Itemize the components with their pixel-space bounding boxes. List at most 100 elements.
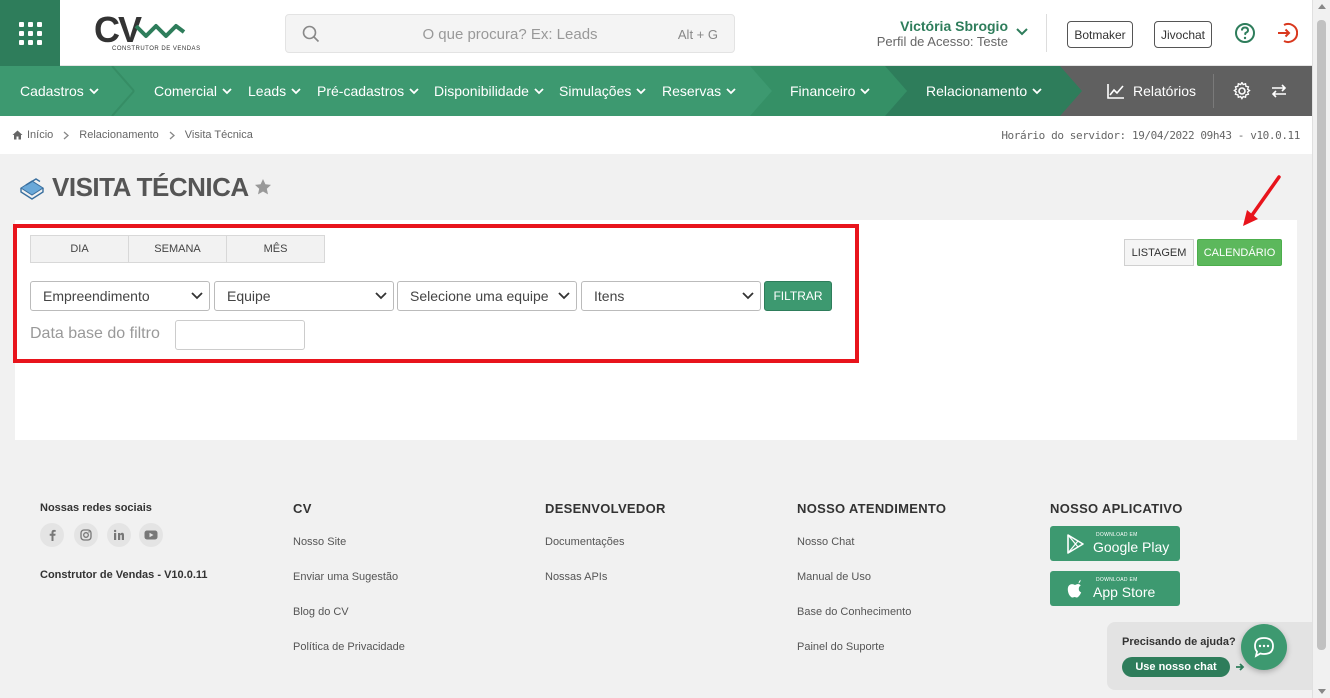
arrow-right-icon [1236, 663, 1245, 671]
google-play-icon [1067, 534, 1084, 554]
highlight-box [13, 224, 859, 363]
instagram-icon[interactable] [74, 523, 98, 547]
chevron-down-icon [291, 87, 301, 94]
google-play-small: DOWNLOAD EM [1096, 532, 1138, 538]
home-icon [12, 130, 23, 140]
chat-bubble-icon [1254, 637, 1274, 658]
top-header: CV CONSTRUTOR DE VENDAS O que procura? E… [0, 0, 1330, 66]
user-role: Perfil de Acesso: Teste [876, 34, 1008, 49]
facebook-icon[interactable] [40, 523, 64, 547]
footer-link-manual[interactable]: Manual de Uso [797, 571, 871, 583]
chat-launcher-button[interactable] [1241, 624, 1287, 670]
footer-link-chat[interactable]: Nosso Chat [797, 536, 854, 548]
chevron-down-icon [409, 87, 419, 94]
gear-icon[interactable] [1233, 82, 1251, 100]
nav-label: Leads [248, 83, 287, 99]
nav-disponibilidade[interactable]: Disponibilidade [434, 66, 544, 116]
chevron-down-icon [222, 87, 232, 94]
header-divider [1046, 14, 1047, 52]
chevron-right-icon [169, 131, 175, 139]
chevron-down-icon [1032, 87, 1042, 94]
favorite-star-icon[interactable] [254, 178, 272, 196]
youtube-icon[interactable] [139, 523, 163, 547]
grid-icon [18, 21, 42, 45]
vertical-scrollbar[interactable] [1312, 0, 1330, 698]
chevron-down-icon [860, 87, 871, 94]
nav-financeiro[interactable]: Financeiro [790, 66, 871, 116]
main-nav: Cadastros Comercial Leads Pré-cadastros … [0, 66, 1312, 116]
chevron-down-icon [726, 87, 736, 94]
nav-cadastros[interactable]: Cadastros [20, 66, 99, 116]
nav-comercial[interactable]: Comercial [154, 66, 232, 116]
nav-label: Comercial [154, 83, 218, 99]
use-chat-button[interactable]: Use nosso chat [1122, 657, 1230, 677]
nav-relacionamento[interactable]: Relacionamento [926, 66, 1042, 116]
scroll-up-icon[interactable] [1318, 4, 1326, 9]
scroll-thumb[interactable] [1317, 20, 1326, 650]
footer-version: Construtor de Vendas - V10.0.11 [40, 569, 208, 581]
footer-link-sugestao[interactable]: Enviar uma Sugestão [293, 571, 398, 583]
linkedin-icon[interactable] [107, 523, 131, 547]
chart-line-icon [1107, 84, 1124, 99]
botmaker-button[interactable]: Botmaker [1067, 21, 1133, 48]
nav-label: Relacionamento [926, 83, 1028, 99]
page-title: VISITA TÉCNICA [52, 172, 249, 202]
chevron-down-icon [89, 87, 99, 94]
nav-divider [1213, 74, 1214, 108]
jivochat-button[interactable]: Jivochat [1154, 21, 1212, 48]
search-box[interactable]: O que procura? Ex: Leads Alt + G [285, 14, 735, 53]
app-store-label: App Store [1093, 584, 1156, 600]
nav-label: Cadastros [20, 83, 84, 99]
user-menu[interactable]: Victória Sbrogio Perfil de Acesso: Teste [860, 18, 1030, 50]
help-icon[interactable] [1234, 22, 1256, 44]
breadcrumb: Início Relacionamento Visita Técnica [12, 129, 253, 141]
chevron-down-icon [636, 87, 647, 94]
chevron-down-icon [1016, 28, 1028, 36]
footer-app-title: NOSSO APLICATIVO [1050, 501, 1183, 516]
footer-link-suporte[interactable]: Painel do Suporte [797, 641, 884, 653]
scroll-down-icon[interactable] [1318, 689, 1326, 694]
nav-label: Pré-cadastros [317, 83, 405, 99]
nav-leads[interactable]: Leads [248, 66, 301, 116]
server-time: Horário do servidor: 19/04/2022 09h43 - … [1001, 129, 1300, 142]
nav-label: Simulações [559, 83, 632, 99]
social-title: Nossas redes sociais [40, 502, 152, 514]
logo-wave-icon [134, 24, 186, 38]
logo-tagline: CONSTRUTOR DE VENDAS [112, 46, 201, 52]
breadcrumb-relacionamento[interactable]: Relacionamento [79, 129, 159, 141]
app-store-button[interactable]: DOWNLOAD EM App Store [1050, 571, 1180, 606]
breadcrumb-bar: Início Relacionamento Visita Técnica Hor… [0, 116, 1312, 154]
nav-simulacoes[interactable]: Simulações [559, 66, 647, 116]
logout-icon[interactable] [1276, 22, 1298, 44]
nav-arrow-divider [1060, 66, 1082, 116]
cv-logo[interactable]: CV CONSTRUTOR DE VENDAS [92, 12, 200, 54]
google-play-button[interactable]: DOWNLOAD EM Google Play [1050, 526, 1180, 561]
footer-link-nosso-site[interactable]: Nosso Site [293, 536, 346, 548]
nav-reservas[interactable]: Reservas [662, 66, 736, 116]
visit-document-icon [20, 178, 44, 200]
nav-pre-cadastros[interactable]: Pré-cadastros [317, 66, 419, 116]
breadcrumb-current: Visita Técnica [184, 129, 253, 141]
breadcrumb-home[interactable]: Início [27, 129, 53, 141]
footer-link-blog[interactable]: Blog do CV [293, 606, 349, 618]
footer-link-apis[interactable]: Nossas APIs [545, 571, 607, 583]
footer-dev-title: DESENVOLVEDOR [545, 501, 666, 516]
nav-label: Financeiro [790, 83, 856, 99]
footer-link-base-conhecimento[interactable]: Base do Conhecimento [797, 606, 911, 618]
chevron-right-icon [63, 131, 70, 139]
calendario-button[interactable]: CALENDÁRIO [1197, 239, 1282, 266]
chevron-down-icon [534, 87, 544, 94]
apple-icon [1067, 579, 1082, 598]
search-shortcut: Alt + G [677, 27, 718, 42]
google-play-label: Google Play [1093, 539, 1170, 555]
help-question: Precisando de ajuda? [1122, 636, 1236, 648]
footer-link-documentacoes[interactable]: Documentações [545, 536, 625, 548]
footer-link-privacidade[interactable]: Política de Privacidade [293, 641, 405, 653]
switch-arrows-icon[interactable] [1270, 83, 1288, 99]
nav-label: Disponibilidade [434, 83, 529, 99]
nav-label: Reservas [662, 83, 722, 99]
footer-cv-title: CV [293, 501, 312, 516]
apps-menu-button[interactable] [0, 0, 60, 66]
nav-relatorios[interactable]: Relatórios [1107, 66, 1196, 116]
listagem-button[interactable]: LISTAGEM [1124, 239, 1194, 266]
